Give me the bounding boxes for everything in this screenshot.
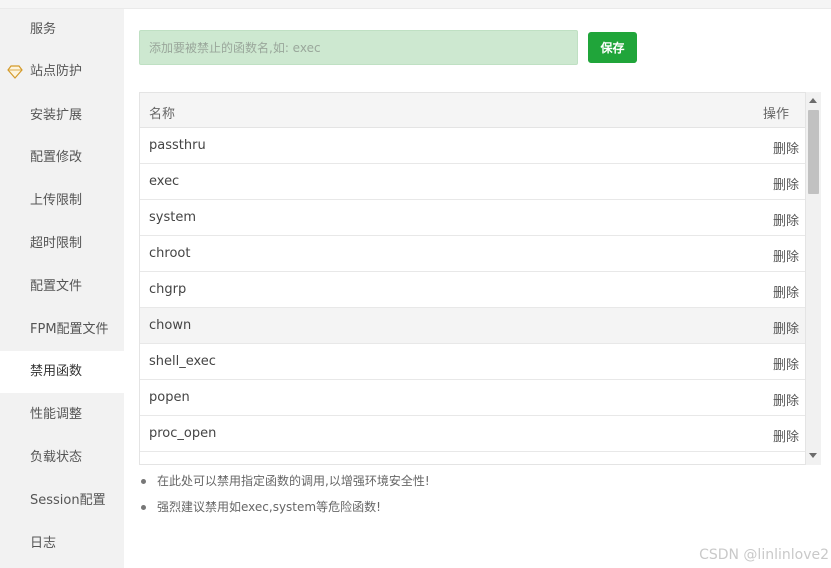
delete-link[interactable]: 删除 (773, 210, 799, 229)
sidebar-item-label: 日志 (30, 536, 57, 551)
sidebar-item-label: 上传限制 (30, 193, 83, 208)
tip-text: 强烈建议禁用如exec,system等危险函数! (157, 500, 381, 514)
sidebar-item-label: FPM配置文件 (30, 322, 109, 337)
sidebar-item-install-ext[interactable]: 安装扩展 (0, 95, 124, 137)
sidebar-item-label: 站点防护 (30, 64, 83, 79)
table-row: exec 删除 (140, 164, 805, 200)
sidebar-item-label: 超时限制 (30, 236, 83, 251)
scroll-up-arrow-icon[interactable] (809, 98, 817, 103)
delete-link[interactable]: 删除 (773, 390, 799, 409)
table-header: 名称 操作 (140, 93, 805, 128)
sidebar-item-service[interactable]: 服务 (0, 9, 124, 51)
sidebar-item-label: 安装扩展 (30, 108, 83, 123)
sidebar-item-config-edit[interactable]: 配置修改 (0, 137, 124, 179)
watermark: CSDN @linlinlove2 (699, 547, 829, 563)
disabled-functions-table: 名称 操作 passthru 删除 exec 删除 system 删除 chro… (139, 92, 806, 465)
sidebar-item-load-status[interactable]: 负载状态 (0, 437, 124, 479)
header-action: 操作 (762, 107, 789, 122)
function-name: exec (149, 174, 180, 189)
table-row: popen 删除 (140, 380, 805, 416)
table-row: 删除 (140, 452, 805, 464)
tip-item: 在此处可以禁用指定函数的调用,以增强环境安全性! (139, 471, 430, 497)
top-border (0, 0, 831, 9)
function-name: chgrp (149, 282, 187, 297)
delete-link[interactable]: 删除 (773, 174, 799, 193)
scroll-down-arrow-icon[interactable] (809, 453, 817, 458)
sidebar-item-label: 性能调整 (30, 407, 83, 422)
sidebar-item-label: 服务 (30, 22, 57, 37)
bullet-icon (141, 505, 146, 510)
diamond-shield-icon (7, 65, 23, 79)
function-name-input[interactable] (139, 30, 578, 65)
sidebar-item-logs[interactable]: 日志 (0, 523, 124, 565)
delete-link[interactable]: 删除 (773, 138, 799, 157)
table-row: chown 删除 (140, 308, 805, 344)
function-name: popen (149, 390, 190, 405)
sidebar-item-fpm-config[interactable]: FPM配置文件 (0, 309, 124, 351)
delete-link[interactable]: 删除 (773, 282, 799, 301)
tips-list: 在此处可以禁用指定函数的调用,以增强环境安全性! 强烈建议禁用如exec,sys… (139, 471, 430, 523)
main-panel: 保存 名称 操作 passthru 删除 exec 删除 system 删除 c… (124, 9, 831, 568)
function-name: proc_open (149, 426, 217, 441)
sidebar-item-site-protect[interactable]: 站点防护 (0, 51, 124, 93)
sidebar-item-config-file[interactable]: 配置文件 (0, 266, 124, 308)
function-name: system (149, 210, 196, 225)
tip-text: 在此处可以禁用指定函数的调用,以增强环境安全性! (157, 474, 430, 488)
function-name: shell_exec (149, 354, 216, 369)
table-row: shell_exec 删除 (140, 344, 805, 380)
scrollbar-thumb[interactable] (808, 110, 819, 194)
function-name: chown (149, 318, 192, 333)
delete-link[interactable]: 删除 (773, 246, 799, 265)
sidebar-item-label: 负载状态 (30, 450, 83, 465)
table-row: proc_open 删除 (140, 416, 805, 452)
tip-item: 强烈建议禁用如exec,system等危险函数! (139, 497, 430, 523)
sidebar-item-label: 禁用函数 (30, 364, 83, 379)
delete-link[interactable]: 删除 (773, 426, 799, 445)
bullet-icon (141, 479, 146, 484)
table-row: chgrp 删除 (140, 272, 805, 308)
sidebar-item-performance[interactable]: 性能调整 (0, 394, 124, 436)
save-button[interactable]: 保存 (588, 32, 637, 63)
delete-link[interactable]: 删除 (773, 354, 799, 373)
header-name: 名称 (149, 107, 176, 122)
table-scrollbar[interactable] (806, 92, 821, 465)
function-name: passthru (149, 138, 206, 153)
sidebar-item-disable-functions[interactable]: 禁用函数 (0, 351, 124, 393)
sidebar-item-label: 配置修改 (30, 150, 83, 165)
sidebar-item-timeout-limit[interactable]: 超时限制 (0, 223, 124, 265)
delete-link[interactable]: 删除 (773, 462, 799, 464)
sidebar-item-session-config[interactable]: Session配置 (0, 480, 124, 522)
sidebar-item-upload-limit[interactable]: 上传限制 (0, 180, 124, 222)
delete-link[interactable]: 删除 (773, 318, 799, 337)
function-name: chroot (149, 246, 191, 261)
sidebar-item-label: 配置文件 (30, 279, 83, 294)
sidebar-item-label: Session配置 (30, 493, 106, 508)
table-row: passthru 删除 (140, 128, 805, 164)
sidebar: 服务 站点防护 安装扩展 配置修改 上传限制 超时限制 配置文件 FPM配置文件… (0, 9, 124, 568)
table-row: system 删除 (140, 200, 805, 236)
table-row: chroot 删除 (140, 236, 805, 272)
